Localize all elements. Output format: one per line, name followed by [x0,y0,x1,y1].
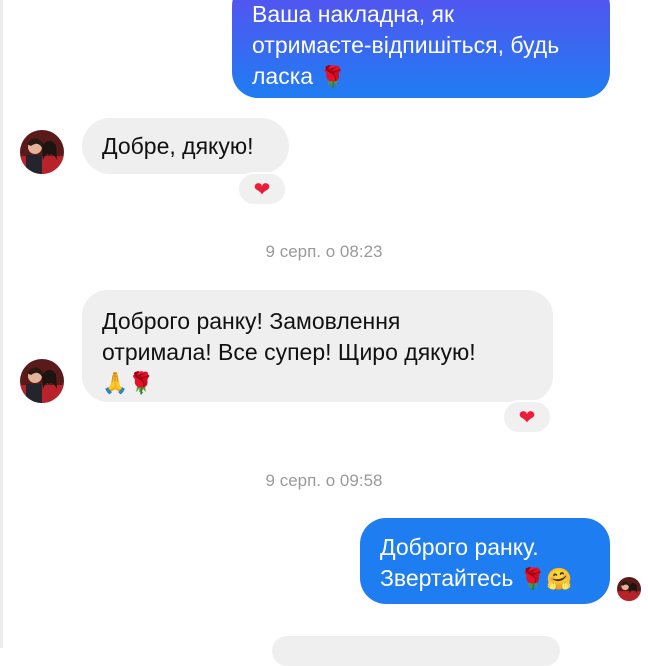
message-text-line: ласка 🌹 [252,63,346,89]
incoming-message-bubble[interactable]: Добре, дякую! [82,118,289,174]
message-timestamp: 9 серп. о 09:58 [265,471,383,490]
outgoing-message-bubble[interactable]: Доброго ранку. Звертайтесь 🌹🤗 [360,518,610,604]
heart-reaction[interactable]: ❤ [237,172,287,206]
message-timestamp: 9 серп. о 08:23 [265,242,383,261]
message-text-line: Доброго ранку. [380,534,539,560]
contact-avatar[interactable] [20,359,64,403]
message-text-line: Доброго ранку! Замовлення [102,308,401,334]
outgoing-message-bubble[interactable]: Ваша накладна, як отримаєте-відпишіться,… [232,0,610,98]
contact-avatar[interactable] [20,130,64,174]
seen-avatar [617,577,641,601]
incoming-message-bubble[interactable]: Доброго ранку! Замовлення отримала! Все … [82,290,553,402]
message-text-line: Ваша накладна, як [252,1,455,27]
message-text-line: отримала! Все супер! Щиро дякую! [102,339,476,365]
heart-reaction[interactable]: ❤ [502,400,552,434]
heart-icon: ❤ [253,178,271,201]
screen-edge [0,0,3,648]
rose-emoji: 🌹 [319,66,346,89]
message-text-line: Добре, дякую! [102,133,254,159]
message-text-line: Звертайтесь 🌹🤗 [380,565,573,591]
heart-icon: ❤ [518,406,536,429]
rose-hug-emoji: 🌹🤗 [519,568,573,591]
pray-rose-emoji: 🙏🌹 [102,372,155,395]
cropped-message-bubble [272,636,560,666]
message-text-line: отримаєте-відпишіться, будь [252,32,560,58]
